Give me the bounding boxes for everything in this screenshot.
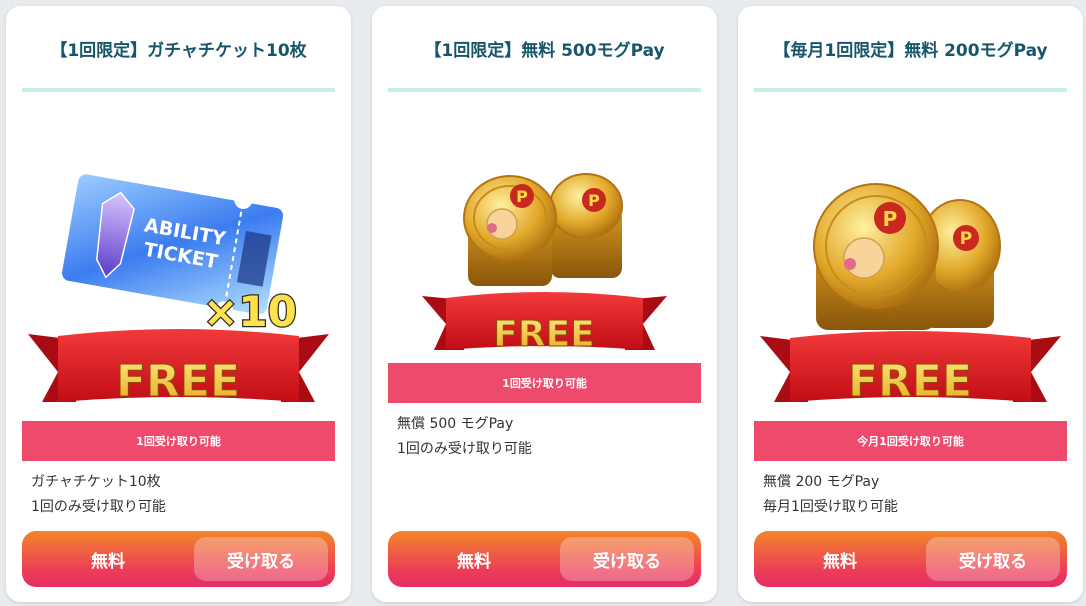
reward-card-200-mogpay-monthly: 【毎月1回限定】無料 200モグPay P P FREE 今月1回受け取り可能 …	[738, 6, 1083, 602]
card-description: 無償 500 モグPay 1回のみ受け取り可能	[397, 412, 701, 462]
description-line: 毎月1回受け取り可能	[763, 499, 898, 515]
mogpay-coins-image: P P FREE	[738, 96, 1083, 416]
description-line: 無償 200 モグPay	[763, 474, 880, 490]
reward-card-500-mogpay: 【1回限定】無料 500モグPay P P FREE 1回受け取り可能 無償 5…	[372, 6, 717, 602]
claim-action-bar: 無料 受け取る	[388, 531, 701, 587]
status-badge: 1回受け取り可能	[22, 421, 335, 461]
status-badge: 今月1回受け取り可能	[754, 421, 1067, 461]
card-title: 【1回限定】無料 500モグPay	[424, 41, 665, 61]
card-title: 【1回限定】ガチャチケット10枚	[50, 41, 307, 61]
status-badge: 1回受け取り可能	[388, 363, 701, 403]
mogpay-coins-image: P P FREE	[372, 96, 717, 366]
ability-ticket-image: ABILITY TICKET ×10 FREE	[6, 96, 351, 416]
description-line: 1回のみ受け取り可能	[397, 441, 532, 457]
receive-button[interactable]: 受け取る	[194, 537, 328, 581]
price-label: 無料	[823, 551, 857, 572]
description-line: ガチャチケット10枚	[31, 474, 161, 490]
card-title: 【毎月1回限定】無料 200モグPay	[773, 41, 1048, 61]
card-description: ガチャチケット10枚 1回のみ受け取り可能	[31, 470, 335, 520]
card-description: 無償 200 モグPay 毎月1回受け取り可能	[763, 470, 1067, 520]
price-label: 無料	[457, 551, 491, 572]
free-badge-text: FREE	[493, 314, 595, 355]
receive-button[interactable]: 受け取る	[926, 537, 1060, 581]
receive-button[interactable]: 受け取る	[560, 537, 694, 581]
free-badge-text: FREE	[848, 356, 972, 407]
coin-letter: P	[960, 229, 972, 249]
description-line: 1回のみ受け取り可能	[31, 499, 166, 515]
description-line: 無償 500 モグPay	[397, 416, 514, 432]
title-divider	[388, 88, 701, 92]
coin-letter: P	[883, 207, 898, 231]
coin-letter: P	[516, 187, 528, 206]
title-divider	[754, 88, 1067, 92]
claim-action-bar: 無料 受け取る	[22, 531, 335, 587]
price-label: 無料	[91, 551, 125, 572]
title-divider	[22, 88, 335, 92]
free-badge-text: FREE	[116, 356, 240, 407]
claim-action-bar: 無料 受け取る	[754, 531, 1067, 587]
multiplier-text: ×10	[203, 287, 297, 336]
coin-letter: P	[588, 191, 600, 210]
reward-card-gacha-ticket: 【1回限定】ガチャチケット10枚 ABILITY TICKET ×10 FREE…	[6, 6, 351, 602]
